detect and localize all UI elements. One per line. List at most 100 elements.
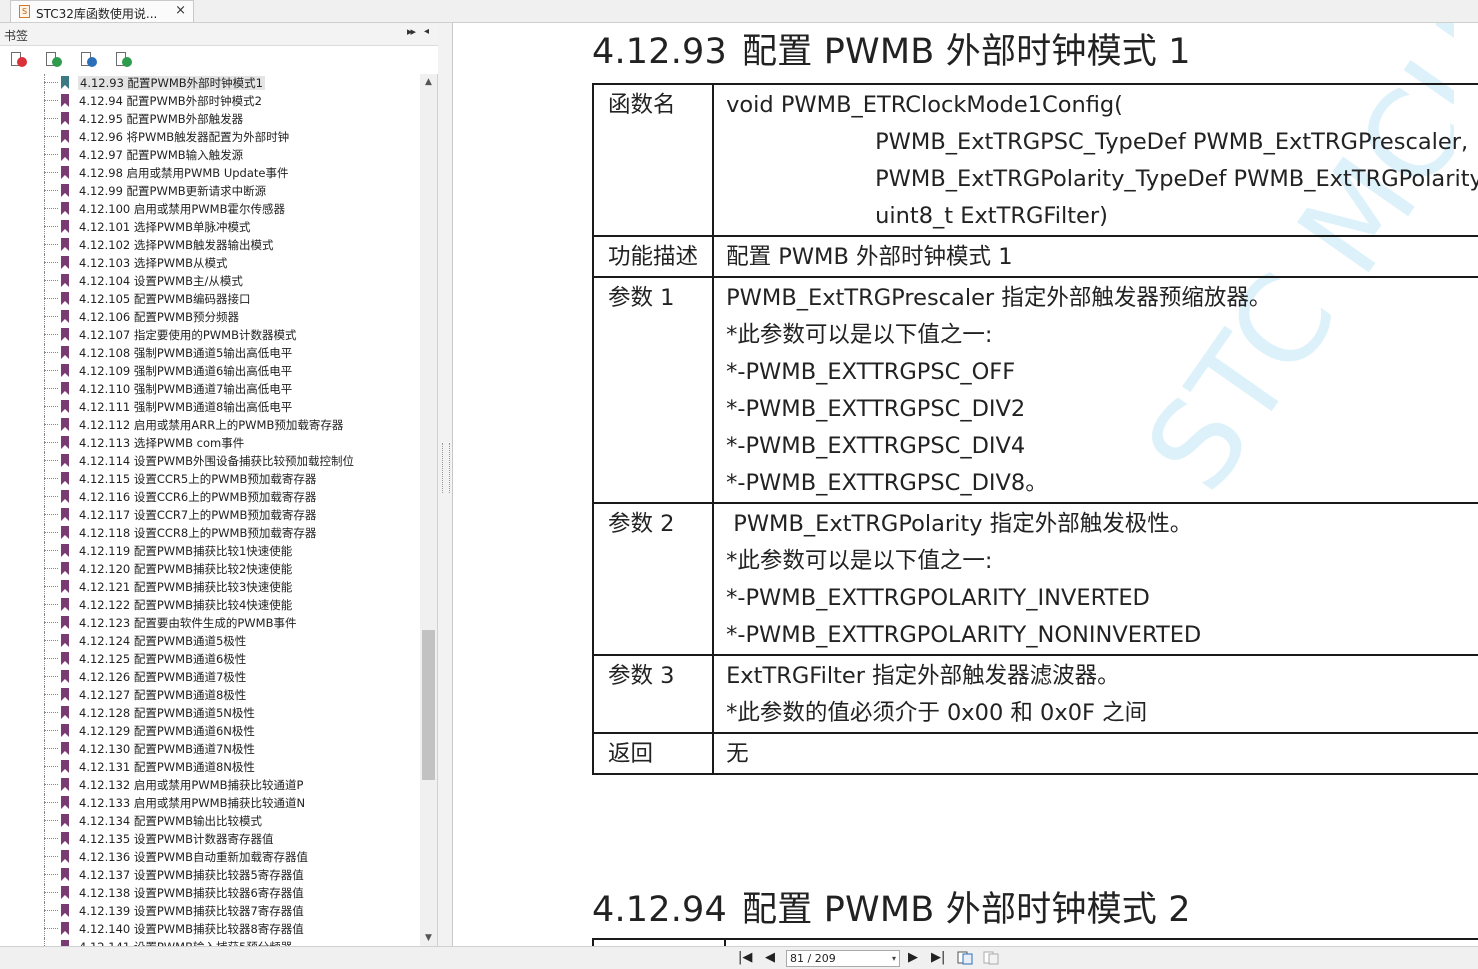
bookmark-item[interactable]: 4.12.128 配置PWMB通道5N极性 — [0, 704, 420, 722]
bookmark-item[interactable]: 4.12.113 选择PWMB com事件 — [0, 434, 420, 452]
bookmark-item[interactable]: 4.12.102 选择PWMB触发器输出模式 — [0, 236, 420, 254]
expand-panel-icon[interactable]: ▸▸ — [407, 25, 416, 38]
tab-bar: S STC32库函数使用说... × — [0, 0, 1478, 23]
bookmark-label: 4.12.105 配置PWMB编码器接口 — [79, 292, 251, 306]
bookmark-item[interactable]: 4.12.138 设置PWMB捕获比较器6寄存器值 — [0, 884, 420, 902]
bookmark-icon — [61, 760, 69, 773]
page-dropdown-icon[interactable]: ▾ — [892, 951, 896, 966]
previous-page-button[interactable]: ◀ — [765, 950, 775, 966]
tree-line — [44, 254, 45, 272]
tree-line — [44, 154, 58, 155]
tree-line — [44, 812, 45, 830]
page-number-field[interactable]: 81 / 209 ▾ — [786, 950, 900, 967]
bookmark-item[interactable]: 4.12.95 配置PWMB外部触发器 — [0, 110, 420, 128]
bookmark-item[interactable]: 4.12.93 配置PWMB外部时钟模式1 — [0, 74, 420, 92]
bookmark-item[interactable]: 4.12.119 配置PWMB捕获比较1快速使能 — [0, 542, 420, 560]
next-page-button[interactable]: ▶ — [908, 950, 918, 966]
bookmark-item[interactable]: 4.12.129 配置PWMB通道6N极性 — [0, 722, 420, 740]
bookmark-item[interactable]: 4.12.99 配置PWMB更新请求中断源 — [0, 182, 420, 200]
bookmark-item[interactable]: 4.12.120 配置PWMB捕获比较2快速使能 — [0, 560, 420, 578]
goto-bookmark-icon[interactable] — [79, 51, 97, 69]
value-line: void PWMB_ETRClockMode1Config( — [726, 92, 1123, 118]
bookmark-item[interactable]: 4.12.141 设置PWMB输入捕获5预分频器 — [0, 938, 420, 946]
bookmark-item[interactable]: 4.12.137 设置PWMB捕获比较器5寄存器值 — [0, 866, 420, 884]
bookmark-item[interactable]: 4.12.139 设置PWMB捕获比较器7寄存器值 — [0, 902, 420, 920]
document-tab[interactable]: S STC32库函数使用说... × — [10, 0, 194, 22]
bookmark-item[interactable]: 4.12.136 设置PWMB自动重新加载寄存器值 — [0, 848, 420, 866]
bookmark-item[interactable]: 4.12.127 配置PWMB通道8极性 — [0, 686, 420, 704]
tree-line — [44, 262, 58, 263]
bookmark-icon — [61, 76, 69, 89]
bookmark-item[interactable]: 4.12.109 强制PWMB通道6输出高低电平 — [0, 362, 420, 380]
first-page-button[interactable]: |◀ — [738, 950, 752, 966]
bookmark-item[interactable]: 4.12.105 配置PWMB编码器接口 — [0, 290, 420, 308]
bookmark-item[interactable]: 4.12.100 启用或禁用PWMB霍尔传感器 — [0, 200, 420, 218]
bookmark-item[interactable]: 4.12.125 配置PWMB通道6极性 — [0, 650, 420, 668]
tree-line — [44, 704, 45, 722]
bookmark-item[interactable]: 4.12.130 配置PWMB通道7N极性 — [0, 740, 420, 758]
bookmark-label: 4.12.125 配置PWMB通道6极性 — [79, 652, 247, 666]
bookmark-item[interactable]: 4.12.133 启用或禁用PWMB捕获比较通道N — [0, 794, 420, 812]
tree-line — [44, 586, 58, 587]
next-view-icon[interactable] — [983, 951, 999, 965]
bookmark-item[interactable]: 4.12.115 设置CCR5上的PWMB预加载寄存器 — [0, 470, 420, 488]
bookmark-properties-icon[interactable] — [114, 51, 132, 69]
bookmark-item[interactable]: 4.12.132 启用或禁用PWMB捕获比较通道P — [0, 776, 420, 794]
status-bar: |◀ ◀ 81 / 209 ▾ ▶ ▶| — [0, 946, 1478, 969]
bookmark-icon — [61, 184, 69, 197]
tree-line — [44, 236, 45, 254]
bookmark-item[interactable]: 4.12.126 配置PWMB通道7极性 — [0, 668, 420, 686]
bookmark-item[interactable]: 4.12.106 配置PWMB预分频器 — [0, 308, 420, 326]
bookmark-item[interactable]: 4.12.112 启用或禁用ARR上的PWMB预加载寄存器 — [0, 416, 420, 434]
bookmark-item[interactable]: 4.12.116 设置CCR6上的PWMB预加载寄存器 — [0, 488, 420, 506]
tree-line — [44, 524, 45, 542]
bookmark-item[interactable]: 4.12.103 选择PWMB从模式 — [0, 254, 420, 272]
bookmark-item[interactable]: 4.12.101 选择PWMB单脉冲模式 — [0, 218, 420, 236]
tree-line — [44, 244, 58, 245]
bookmark-item[interactable]: 4.12.122 配置PWMB捕获比较4快速使能 — [0, 596, 420, 614]
panel-header: 书签 ▸▸ ◂ — [0, 23, 438, 46]
bookmark-item[interactable]: 4.12.98 启用或禁用PWMB Update事件 — [0, 164, 420, 182]
bookmark-item[interactable]: 4.12.131 配置PWMB通道8N极性 — [0, 758, 420, 776]
value-line: ExtTRGFilter 指定外部触发器滤波器。 — [726, 663, 1120, 689]
bookmark-item[interactable]: 4.12.123 配置要由软件生成的PWMB事件 — [0, 614, 420, 632]
bookmark-icon — [61, 490, 69, 503]
scroll-up-icon[interactable]: ▲ — [420, 74, 437, 90]
previous-view-icon[interactable] — [957, 951, 973, 965]
bookmark-item[interactable]: 4.12.118 设置CCR8上的PWMB预加载寄存器 — [0, 524, 420, 542]
scroll-thumb[interactable] — [422, 630, 435, 780]
bookmark-item[interactable]: 4.12.111 强制PWMB通道8输出高低电平 — [0, 398, 420, 416]
bookmark-item[interactable]: 4.12.124 配置PWMB通道5极性 — [0, 632, 420, 650]
bookmark-item[interactable]: 4.12.134 配置PWMB输出比较模式 — [0, 812, 420, 830]
bookmark-item[interactable]: 4.12.135 设置PWMB计数器寄存器值 — [0, 830, 420, 848]
panel-splitter[interactable] — [438, 23, 453, 946]
last-page-button[interactable]: ▶| — [931, 950, 945, 966]
delete-bookmark-icon[interactable] — [9, 51, 27, 69]
bookmark-item[interactable]: 4.12.121 配置PWMB捕获比较3快速使能 — [0, 578, 420, 596]
bookmark-label: 4.12.95 配置PWMB外部触发器 — [79, 112, 244, 126]
bookmark-item[interactable]: 4.12.97 配置PWMB输入触发源 — [0, 146, 420, 164]
tab-close-icon[interactable]: × — [175, 4, 186, 18]
value-line: *-PWMB_EXTTRGPSC_DIV8。 — [726, 470, 1048, 496]
splitter-grip[interactable] — [442, 443, 450, 493]
bookmark-item[interactable]: 4.12.96 将PWMB触发器配置为外部时钟 — [0, 128, 420, 146]
bookmark-item[interactable]: 4.12.140 设置PWMB捕获比较器8寄存器值 — [0, 920, 420, 938]
bookmark-item[interactable]: 4.12.117 设置CCR7上的PWMB预加载寄存器 — [0, 506, 420, 524]
bookmark-scrollbar[interactable]: ▲ ▼ — [420, 74, 437, 946]
bookmark-item[interactable]: 4.12.104 设置PWMB主/从模式 — [0, 272, 420, 290]
value-line: PWMB_ExtTRGPSC_TypeDef PWMB_ExtTRGPresca… — [875, 129, 1469, 155]
document-view[interactable]: STC MCU 4.12.93 配置 PWMB 外部时钟模式 1 函数名 void … — [454, 23, 1478, 946]
bookmark-item[interactable]: 4.12.114 设置PWMB外围设备捕获比较预加载控制位 — [0, 452, 420, 470]
bookmark-item[interactable]: 4.12.110 强制PWMB通道7输出高低电平 — [0, 380, 420, 398]
bookmark-item[interactable]: 4.12.94 配置PWMB外部时钟模式2 — [0, 92, 420, 110]
bookmark-icon — [61, 166, 69, 179]
bookmark-item[interactable]: 4.12.107 指定要使用的PWMB计数器模式 — [0, 326, 420, 344]
collapse-panel-icon[interactable]: ◂ — [424, 26, 429, 37]
scroll-down-icon[interactable]: ▼ — [420, 930, 437, 946]
bookmark-icon — [61, 130, 69, 143]
bookmark-icon — [61, 418, 69, 431]
add-bookmark-icon[interactable] — [44, 51, 62, 69]
bookmark-item[interactable]: 4.12.108 强制PWMB通道5输出高低电平 — [0, 344, 420, 362]
bookmark-label: 4.12.111 强制PWMB通道8输出高低电平 — [79, 400, 293, 414]
bookmark-label: 4.12.97 配置PWMB输入触发源 — [79, 148, 244, 162]
